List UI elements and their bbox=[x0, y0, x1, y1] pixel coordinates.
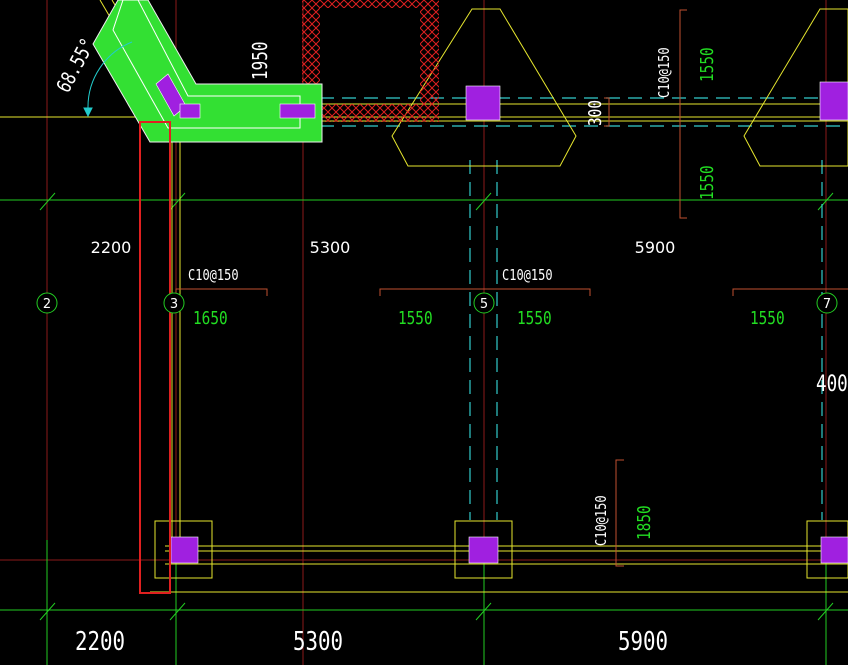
green-dim-1550-upper: 1550 bbox=[696, 47, 717, 82]
axis-label-7: 7 bbox=[823, 297, 831, 312]
dimension-lines bbox=[0, 192, 848, 665]
cad-drawing-canvas[interactable]: 2 3 5 7 2200 5300 5900 2200 5300 5900 C1… bbox=[0, 0, 848, 665]
dim-400: 400 bbox=[816, 371, 848, 396]
green-dim-1650: 1650 bbox=[193, 307, 228, 328]
angle-label: 68.55° bbox=[52, 35, 100, 97]
axis-label-5: 5 bbox=[480, 297, 488, 312]
span-label-5300-bottom: 5300 bbox=[293, 626, 343, 657]
selected-beam[interactable] bbox=[92, 0, 323, 143]
axis-bubbles[interactable] bbox=[36, 292, 838, 314]
green-dim-1550-a: 1550 bbox=[398, 307, 433, 328]
green-dim-1550-c: 1550 bbox=[750, 307, 785, 328]
span-label-2200-upper: 2200 bbox=[91, 238, 132, 257]
dim-1950: 1950 bbox=[249, 41, 272, 80]
span-label-5900-upper: 5900 bbox=[635, 238, 676, 257]
span-label-2200-bottom: 2200 bbox=[75, 626, 125, 657]
span-label-5300-upper: 5300 bbox=[310, 238, 351, 257]
rebar-label-2: C10@150 bbox=[502, 267, 553, 285]
green-dim-1550-b: 1550 bbox=[517, 307, 552, 328]
green-dim-1550-lower: 1550 bbox=[696, 165, 717, 200]
dim-300: 300 bbox=[584, 100, 605, 126]
columns[interactable] bbox=[155, 73, 848, 564]
axis-label-2: 2 bbox=[43, 297, 51, 312]
span-label-5900-bottom: 5900 bbox=[618, 626, 668, 657]
rebar-label-1: C10@150 bbox=[188, 267, 239, 285]
rebar-label-4: C10@150 bbox=[593, 495, 611, 546]
rebar-label-3: C10@150 bbox=[656, 47, 674, 98]
axis-label-3: 3 bbox=[170, 297, 178, 312]
green-dim-1850: 1850 bbox=[633, 505, 654, 540]
